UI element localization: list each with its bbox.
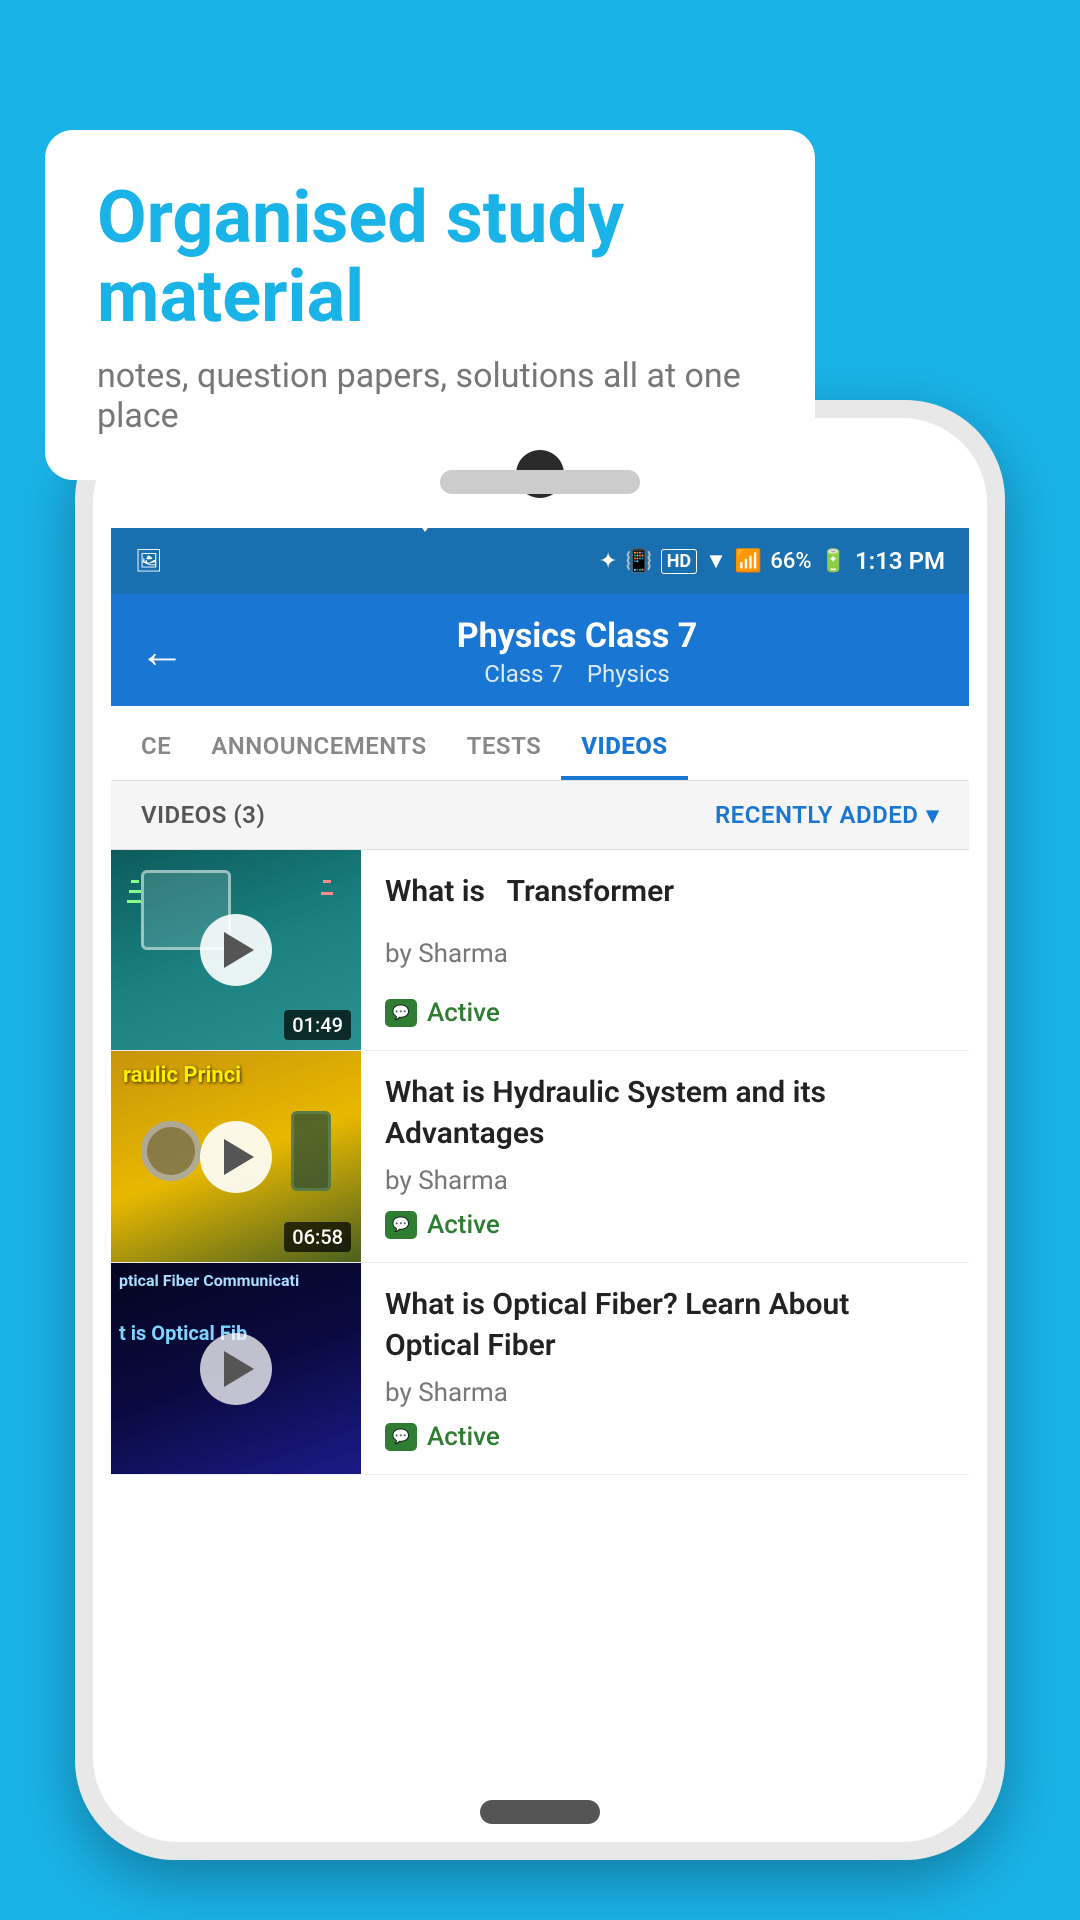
speech-bubble-subtext: notes, question papers, solutions all at… [97,356,763,436]
play-button-2[interactable] [200,1121,272,1193]
status-image-icon: 🖼 [135,549,163,574]
phone-speaker [440,470,640,494]
videos-count: VIDEOS (3) [141,801,265,829]
sort-label-text: RECENTLY ADDED [715,801,919,829]
tab-announcements[interactable]: ANNOUNCEMENTS [191,706,446,780]
clock: 1:13 PM [855,547,945,575]
nav-subtitle: Class 7 Physics [213,660,941,688]
video-thumb-1: 01:49 [111,850,361,1050]
status-right: ✦ 📳 HD ▼ 📶 66% 🔋 1:13 PM [599,547,945,575]
status-left: 🖼 [135,549,163,574]
status-label-1: Active [427,998,500,1028]
tab-bar: CE ANNOUNCEMENTS TESTS VIDEOS [111,706,969,781]
video-status-2: 💬 Active [385,1210,945,1240]
video-item-3[interactable]: ptical Fiber Communicati t is Optical Fi… [111,1263,969,1475]
chat-icon-1: 💬 [385,999,417,1027]
video-info-3: What is Optical Fiber? Learn About Optic… [361,1263,969,1474]
play-button-3[interactable] [200,1333,272,1405]
video-title-3: What is Optical Fiber? Learn About Optic… [385,1285,945,1366]
phone-inner: 🖼 ✦ 📳 HD ▼ 📶 66% 🔋 1:13 PM ← Physics Cla [93,418,987,1842]
back-button[interactable]: ← [139,629,185,675]
chat-icon-3: 💬 [385,1423,417,1451]
video-info-1: What is Transformer by Sharma 💬 Active [361,850,969,1050]
status-bar: 🖼 ✦ 📳 HD ▼ 📶 66% 🔋 1:13 PM [111,528,969,594]
video-title-2: What is Hydraulic System and its Advanta… [385,1073,945,1154]
play-button-1[interactable] [200,914,272,986]
video-author-2: by Sharma [385,1166,945,1196]
phone-home-button[interactable] [480,1800,600,1824]
video-title-1: What is Transformer [385,872,945,913]
play-triangle-1 [224,932,254,968]
speech-bubble-heading: Organised study material [97,178,763,336]
videos-header: VIDEOS (3) RECENTLY ADDED ▾ [111,781,969,850]
play-triangle-3 [224,1351,254,1387]
nav-subtitle-subject: Physics [587,660,670,688]
video-duration-2: 06:58 [284,1222,351,1252]
nav-subtitle-class: Class 7 [484,660,563,688]
status-label-3: Active [427,1422,500,1452]
speech-bubble: Organised study material notes, question… [45,130,815,480]
bluetooth-icon: ✦ [599,549,617,574]
app-nav-bar: ← Physics Class 7 Class 7 Physics [111,594,969,706]
signal-icon: 📶 [735,549,762,574]
vibrate-icon: 📳 [625,549,652,574]
sort-chevron-icon: ▾ [926,801,939,829]
video-item-1[interactable]: 01:49 What is Transformer by Sharma 💬 Ac… [111,850,969,1051]
video-thumb-3: ptical Fiber Communicati t is Optical Fi… [111,1263,361,1474]
phone-screen: 🖼 ✦ 📳 HD ▼ 📶 66% 🔋 1:13 PM ← Physics Cla [111,528,969,1782]
status-label-2: Active [427,1210,500,1240]
video-status-3: 💬 Active [385,1422,945,1452]
nav-title: Physics Class 7 [213,616,941,656]
sort-dropdown[interactable]: RECENTLY ADDED ▾ [715,801,939,829]
video-author-1: by Sharma [385,939,945,969]
wifi-icon: ▼ [705,548,727,574]
phone-frame: 🖼 ✦ 📳 HD ▼ 📶 66% 🔋 1:13 PM ← Physics Cla [75,400,1005,1860]
video-author-3: by Sharma [385,1378,945,1408]
battery-icon: 🔋 [820,549,847,574]
tab-videos[interactable]: VIDEOS [561,706,687,780]
video-info-2: What is Hydraulic System and its Advanta… [361,1051,969,1262]
video-item-2[interactable]: raulic Princi 06:58 What [111,1051,969,1263]
video-duration-1: 01:49 [284,1010,351,1040]
video-thumb-2: raulic Princi 06:58 [111,1051,361,1262]
thumb-play-overlay-3 [111,1263,361,1474]
tab-tests[interactable]: TESTS [447,706,562,780]
play-triangle-2 [224,1139,254,1175]
nav-title-block: Physics Class 7 Class 7 Physics [213,616,941,688]
tab-ce[interactable]: CE [121,706,191,780]
video-status-1: 💬 Active [385,998,945,1028]
battery-pct: 66% [770,549,811,574]
hd-badge: HD [661,549,697,574]
video-list: 01:49 What is Transformer by Sharma 💬 Ac… [111,850,969,1475]
chat-icon-2: 💬 [385,1211,417,1239]
